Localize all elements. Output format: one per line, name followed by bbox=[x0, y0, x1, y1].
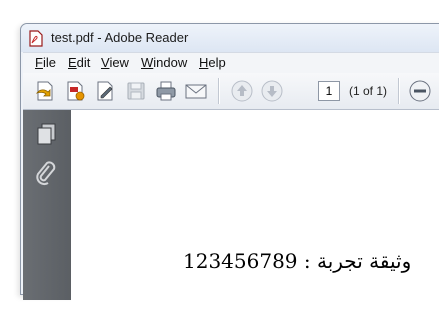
print-icon[interactable] bbox=[153, 78, 179, 104]
menu-edit[interactable]: Edit bbox=[68, 55, 90, 70]
open-icon[interactable] bbox=[33, 78, 59, 104]
edit-icon[interactable] bbox=[93, 78, 119, 104]
menu-bar: File Edit View Window Help bbox=[23, 52, 439, 73]
page-count: (1 of 1) bbox=[349, 84, 388, 98]
menu-help[interactable]: Help bbox=[199, 55, 226, 70]
title-bar[interactable]: test.pdf - Adobe Reader bbox=[21, 24, 439, 52]
document-text: وثيقة تجربة : 123456789 bbox=[183, 249, 412, 273]
navigation-panel bbox=[23, 110, 71, 300]
email-icon[interactable] bbox=[183, 78, 209, 104]
previous-page-icon[interactable] bbox=[229, 78, 255, 104]
menu-view[interactable]: View bbox=[101, 55, 129, 70]
create-pdf-icon[interactable] bbox=[63, 78, 89, 104]
zoom-out-icon[interactable] bbox=[407, 78, 433, 104]
page-number-input[interactable] bbox=[318, 81, 340, 101]
window-title: test.pdf - Adobe Reader bbox=[51, 30, 189, 45]
next-page-icon[interactable] bbox=[259, 78, 285, 104]
pages-icon[interactable] bbox=[36, 122, 58, 151]
toolbar-separator bbox=[218, 78, 220, 104]
attachments-icon[interactable] bbox=[36, 160, 58, 191]
reader-window: test.pdf - Adobe Reader File Edit View W… bbox=[20, 23, 439, 310]
menu-window[interactable]: Window bbox=[141, 55, 187, 70]
toolbar: (1 of 1) bbox=[23, 73, 439, 110]
toolbar-separator bbox=[398, 78, 400, 104]
document-page: وثيقة تجربة : 123456789 bbox=[71, 110, 439, 310]
save-icon[interactable] bbox=[123, 78, 149, 104]
pdf-file-icon bbox=[29, 30, 43, 52]
menu-file[interactable]: File bbox=[35, 55, 56, 70]
